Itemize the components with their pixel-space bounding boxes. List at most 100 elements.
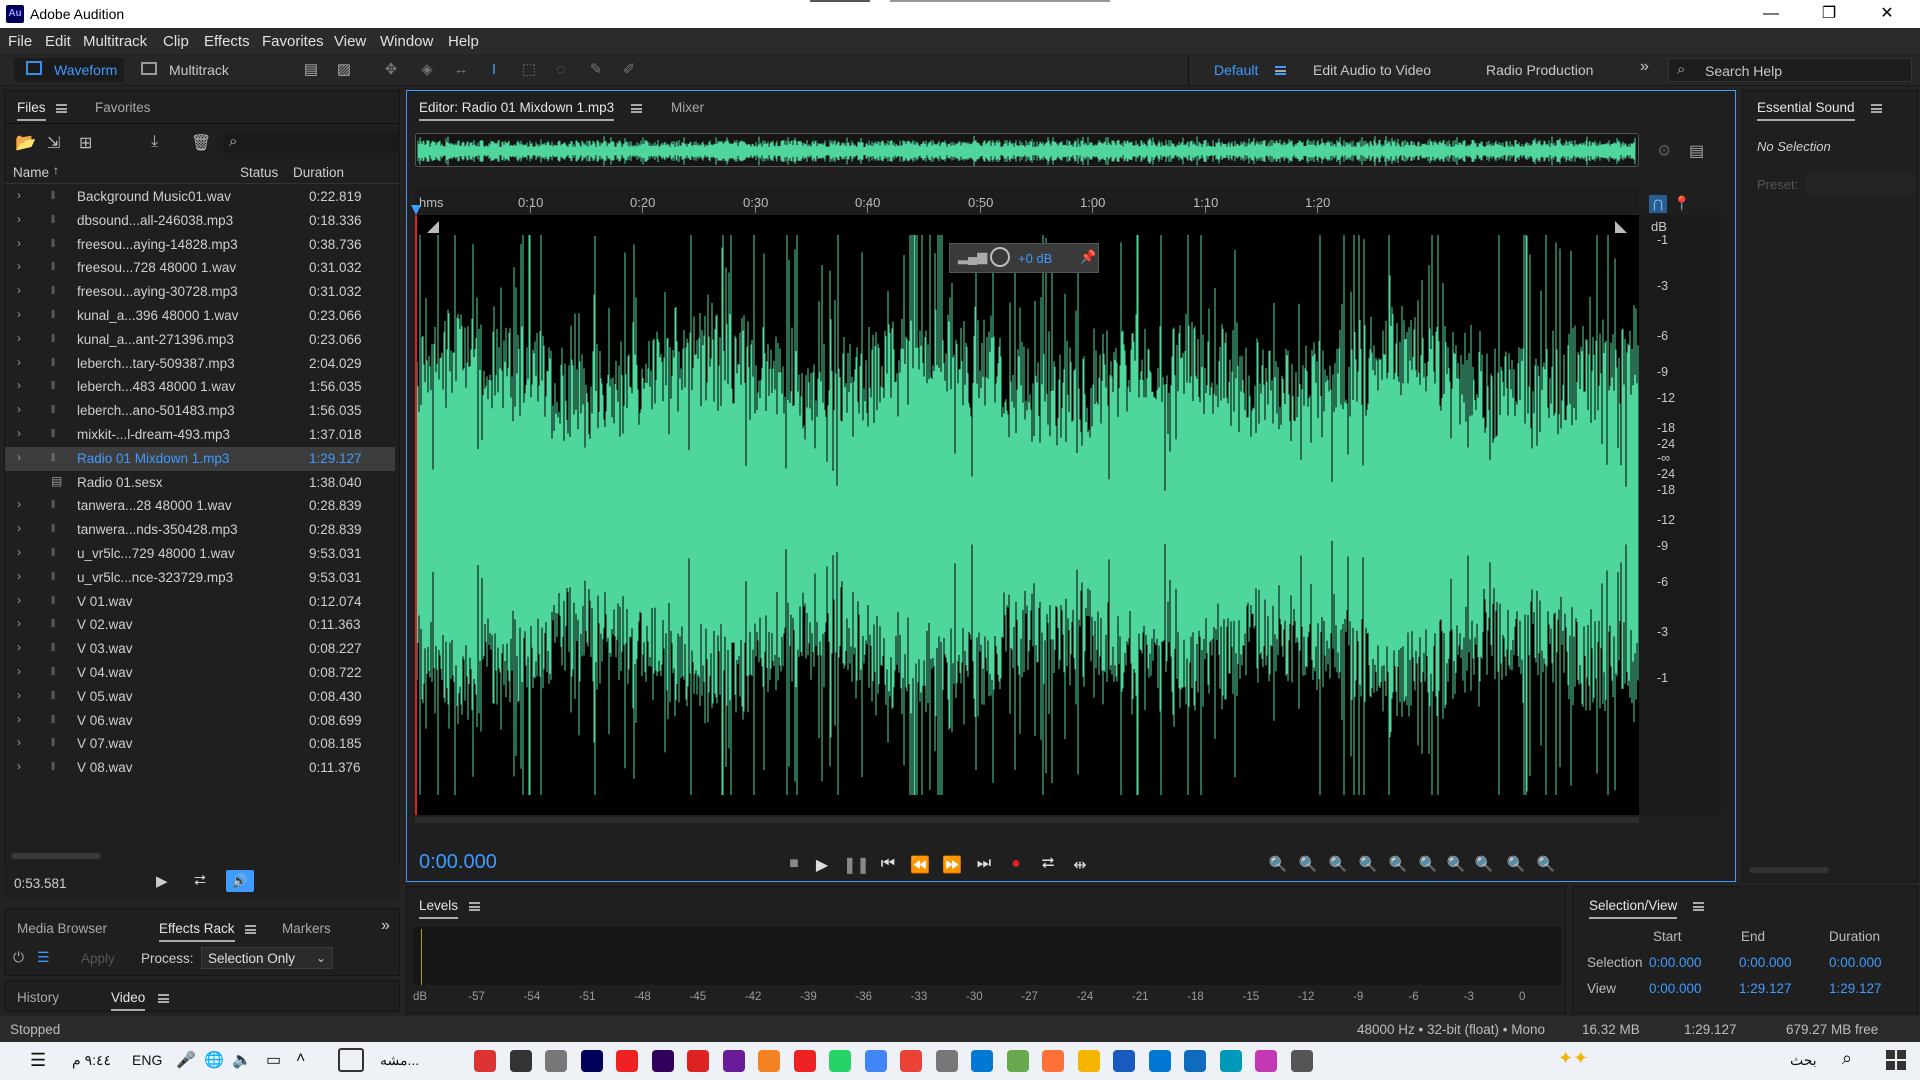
mic-icon[interactable]: 🎤: [176, 1050, 196, 1070]
expand-chevron-icon[interactable]: ›: [17, 735, 21, 749]
taskbar-search-icon[interactable]: ⌕: [1842, 1048, 1852, 1069]
brush-tool-icon[interactable]: ✎: [587, 61, 605, 79]
record-icon[interactable]: ●: [1003, 855, 1029, 873]
tab-favorites[interactable]: Favorites: [95, 100, 151, 115]
file-row[interactable]: › ⧚ kunal_a...396 48000 1.wav 0:23.066: [5, 304, 395, 328]
import-file-icon[interactable]: ⇲: [47, 133, 60, 153]
file-row[interactable]: › ⧚ V 08.wav 0:11.376: [5, 756, 395, 780]
app-icon-14[interactable]: [935, 1050, 958, 1072]
tab-video[interactable]: Video: [111, 990, 146, 1011]
waveform-button[interactable]: Waveform: [14, 58, 124, 82]
file-row[interactable]: › ⧚ V 04.wav 0:08.722: [5, 661, 395, 685]
menu-effects[interactable]: Effects: [204, 33, 250, 50]
effects-rack-menu-icon[interactable]: [245, 925, 256, 934]
battery-icon[interactable]: ▭: [266, 1050, 281, 1070]
expand-chevron-icon[interactable]: ›: [17, 664, 21, 678]
minimize-button[interactable]: —: [1742, 0, 1800, 28]
apply-button[interactable]: Apply: [81, 951, 115, 966]
file-row[interactable]: › ⧚ freesou...aying-30728.mp3 0:31.032: [5, 280, 395, 304]
selection-duration[interactable]: 0:00.000: [1829, 955, 1882, 970]
volume-icon[interactable]: 🔈: [232, 1050, 252, 1070]
levels-menu-icon[interactable]: [469, 902, 480, 911]
fast-forward-icon[interactable]: ⏩: [939, 855, 965, 875]
snap-icon[interactable]: ⋂: [1649, 195, 1667, 213]
preset-select[interactable]: [1805, 173, 1917, 195]
files-panel-menu-icon[interactable]: [56, 104, 67, 113]
waveform-overview[interactable]: [415, 133, 1639, 167]
file-row[interactable]: › ⧚ V 01.wav 0:12.074: [5, 590, 395, 614]
news-widget-icon[interactable]: [338, 1048, 364, 1072]
app-icon-15[interactable]: [971, 1050, 993, 1072]
menu-edit[interactable]: Edit: [45, 33, 71, 50]
expand-chevron-icon[interactable]: ›: [17, 426, 21, 440]
expand-chevron-icon[interactable]: ›: [17, 283, 21, 297]
open-file-icon[interactable]: 📂: [15, 133, 36, 153]
skip-end-icon[interactable]: ⏭: [971, 855, 997, 873]
file-row[interactable]: › ⧚ V 05.wav 0:08.430: [5, 685, 395, 709]
zoom-in-time-icon[interactable]: 🔍: [1325, 855, 1351, 873]
loop-icon[interactable]: ⮂: [1035, 855, 1061, 873]
view-start[interactable]: 0:00.000: [1649, 981, 1702, 996]
zoom-selection-icon[interactable]: 🔍: [1385, 855, 1411, 873]
hud-gain[interactable]: ▂▄▆ +0 dB 📌: [949, 243, 1099, 273]
edge-icon[interactable]: [1219, 1050, 1242, 1072]
zoom-reset-icon[interactable]: 🔍: [1503, 855, 1529, 873]
file-row[interactable]: › ⧚ leberch...483 48000 1.wav 1:56.035: [5, 375, 395, 399]
lasso-tool-icon[interactable]: ◌: [552, 61, 570, 79]
file-row[interactable]: › ⧚ u_vr5lc...nce-323729.mp3 9:53.031: [5, 566, 395, 590]
stop-icon[interactable]: ■: [781, 855, 807, 873]
file-row[interactable]: › ⧚ Radio 01 Mixdown 1.mp3 1:29.127: [5, 446, 395, 471]
insert-into-multitrack-icon[interactable]: ⤓: [151, 133, 158, 151]
chrome-icon[interactable]: [864, 1050, 887, 1072]
expand-chevron-icon[interactable]: ›: [17, 307, 21, 321]
app-icon-1[interactable]: [474, 1050, 496, 1072]
copilot-app-icon[interactable]: [1255, 1050, 1277, 1072]
workspace-radio-production[interactable]: Radio Production: [1486, 62, 1593, 78]
column-status[interactable]: Status: [240, 165, 278, 180]
file-row[interactable]: › ⧚ leberch...ano-501483.mp3 1:56.035: [5, 399, 395, 423]
app-icon-5[interactable]: [616, 1050, 638, 1072]
playhead[interactable]: [415, 215, 417, 815]
zoom-left-icon[interactable]: 🔍: [1415, 855, 1441, 873]
tab-mixer[interactable]: Mixer: [671, 100, 704, 115]
horizontal-scrollbar[interactable]: [415, 817, 1639, 823]
selection-view-menu-icon[interactable]: [1693, 902, 1704, 911]
marquee-tool-icon[interactable]: ⬚: [520, 61, 538, 79]
file-row[interactable]: ▤ Radio 01.sesx 1:38.040: [5, 471, 395, 495]
tab-effects-rack[interactable]: Effects Rack: [159, 921, 235, 942]
expand-chevron-icon[interactable]: ›: [17, 688, 21, 702]
expand-chevron-icon[interactable]: ›: [17, 616, 21, 630]
expand-chevron-icon[interactable]: ›: [17, 759, 21, 773]
zoom-extra-icon[interactable]: 🔍: [1533, 855, 1559, 873]
network-icon[interactable]: 🌐: [204, 1050, 224, 1070]
file-row[interactable]: › ⧚ V 03.wav 0:08.227: [5, 637, 395, 661]
move-tool-icon[interactable]: ✥: [382, 61, 400, 79]
menu-view[interactable]: View: [334, 33, 366, 50]
auto-play-icon[interactable]: 🔊: [226, 870, 254, 892]
pause-icon[interactable]: ❚❚: [843, 855, 870, 875]
search-help-field[interactable]: ⌕ Search Help: [1668, 58, 1912, 82]
tab-history[interactable]: History: [17, 990, 59, 1005]
yahoo-icon[interactable]: [722, 1050, 745, 1072]
expand-chevron-icon[interactable]: ›: [17, 259, 21, 273]
taskbar-lang[interactable]: ENG: [132, 1052, 162, 1068]
task-view-icon[interactable]: [1290, 1050, 1313, 1072]
taskbar-item-label[interactable]: مشه...: [380, 1052, 419, 1069]
taskbar-search-label[interactable]: بحث: [1790, 1052, 1817, 1069]
expand-chevron-icon[interactable]: ›: [17, 188, 21, 202]
file-row[interactable]: › ⧚ tanwera...nds-350428.mp3 0:28.839: [5, 518, 395, 542]
tab-media-browser[interactable]: Media Browser: [17, 921, 107, 936]
more-panels-icon[interactable]: »: [381, 917, 390, 935]
show-hidden-icons[interactable]: ˄: [296, 1050, 305, 1068]
selection-end[interactable]: 0:00.000: [1739, 955, 1792, 970]
expand-chevron-icon[interactable]: ›: [17, 545, 21, 559]
file-row[interactable]: › ⧚ leberch...tary-509387.mp3 2:04.029: [5, 352, 395, 376]
power-icon[interactable]: ⏻: [13, 949, 24, 966]
zoom-out-amplitude-icon[interactable]: 🔍: [1295, 855, 1321, 873]
zoom-settings-icon[interactable]: ⚙: [1657, 141, 1671, 161]
more-workspaces-icon[interactable]: »: [1640, 58, 1649, 76]
file-row[interactable]: › ⧚ Background Music01.wav 0:22.819: [5, 185, 395, 209]
file-explorer-icon[interactable]: [1077, 1050, 1100, 1072]
expand-chevron-icon[interactable]: ›: [17, 402, 21, 416]
outlook-icon[interactable]: [1184, 1050, 1206, 1072]
